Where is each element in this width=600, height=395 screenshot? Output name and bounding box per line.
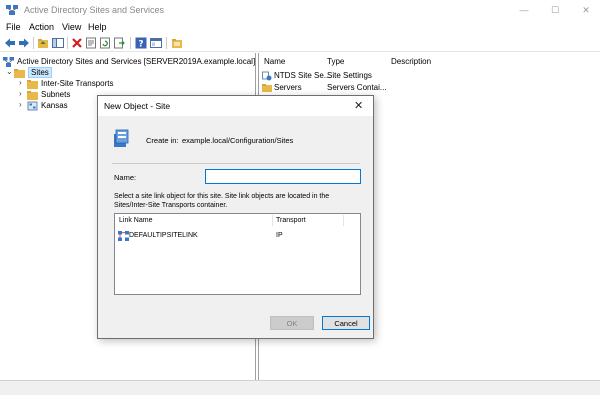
list-item[interactable]: NTDS Site Se... — [262, 70, 330, 81]
tree-item-sites[interactable]: Sites — [14, 67, 52, 78]
back-arrow-icon[interactable] — [4, 37, 16, 49]
column-header-type[interactable]: Type — [327, 57, 344, 66]
chevron-right-icon[interactable]: › — [19, 89, 22, 98]
close-icon: ✕ — [582, 4, 590, 15]
divider — [112, 163, 360, 164]
toolbar-separator — [166, 37, 167, 49]
show-tree-icon[interactable] — [52, 37, 64, 49]
folder-icon — [262, 83, 272, 92]
menu-help[interactable]: Help — [88, 22, 107, 32]
minimize-button[interactable]: — — [508, 0, 540, 20]
column-header-link-name[interactable]: Link Name — [119, 217, 152, 224]
column-divider — [343, 215, 344, 226]
link-transport-cell: IP — [276, 232, 283, 239]
cancel-button[interactable]: Cancel — [322, 316, 370, 330]
name-label: Name: — [114, 173, 137, 182]
window-title: Active Directory Sites and Services — [24, 5, 165, 15]
link-name-cell[interactable]: DEFAULTIPSITELINK — [129, 232, 198, 239]
site-object-icon — [114, 129, 129, 147]
create-in-value: example.local/Configuration/Sites — [182, 136, 294, 145]
ad-sites-icon — [3, 56, 14, 67]
close-button[interactable]: ✕ — [570, 0, 600, 20]
tree-item-label: Subnets — [41, 90, 71, 99]
site-link-list[interactable]: Link Name Transport DEFAULTIPSITELINK IP — [114, 213, 361, 295]
ok-button[interactable]: OK — [270, 316, 314, 330]
app-icon — [6, 5, 18, 15]
export-icon[interactable] — [113, 37, 125, 49]
dialog-close-icon[interactable]: ✕ — [354, 99, 363, 112]
folder-icon — [14, 68, 25, 78]
refresh-icon[interactable] — [99, 37, 111, 49]
menu-action[interactable]: Action — [29, 22, 54, 32]
tree-item-kansas[interactable]: Kansas — [27, 100, 68, 111]
dialog-title: New Object - Site — [104, 101, 171, 111]
properties-icon[interactable] — [85, 37, 97, 49]
create-in-label: Create in: — [146, 136, 179, 145]
maximize-button[interactable]: ☐ — [539, 0, 571, 20]
menu-view[interactable]: View — [62, 22, 81, 32]
column-header-name[interactable]: Name — [264, 57, 285, 66]
list-item-type: Site Settings — [327, 71, 372, 80]
folder-icon — [27, 90, 38, 100]
tree-item-inter-site-transports[interactable]: Inter-Site Transports — [27, 78, 113, 89]
name-input[interactable] — [205, 169, 361, 184]
tree-item-label: Kansas — [41, 101, 68, 110]
toolbar: ? — [0, 34, 600, 52]
tree-item-label: Sites — [28, 67, 52, 78]
column-header-transport[interactable]: Transport — [276, 217, 306, 224]
folder-icon — [27, 79, 38, 89]
delete-icon[interactable] — [71, 37, 83, 49]
tree-root[interactable]: Active Directory Sites and Services [SER… — [3, 56, 255, 67]
column-divider — [272, 215, 273, 226]
ntds-settings-icon — [262, 71, 272, 80]
dialog-title-bar: New Object - Site ✕ — [98, 96, 373, 116]
tree-root-label: Active Directory Sites and Services [SER… — [17, 57, 256, 66]
list-item-name: Servers — [274, 83, 302, 92]
column-header-description[interactable]: Description — [391, 57, 431, 66]
help-icon[interactable]: ? — [135, 37, 147, 49]
chevron-right-icon[interactable]: › — [19, 78, 22, 87]
new-site-icon[interactable] — [171, 37, 183, 49]
site-link-description: Select a site link object for this site.… — [114, 193, 330, 209]
site-link-icon[interactable] — [118, 231, 129, 241]
list-item-type: Servers Contai... — [327, 83, 387, 92]
toolbar-separator — [130, 37, 131, 49]
maximize-icon: ☐ — [550, 4, 560, 15]
site-icon — [27, 101, 38, 110]
list-item[interactable]: Servers — [262, 82, 302, 93]
menu-bar: File Action View Help — [0, 20, 600, 34]
minimize-icon: — — [519, 5, 529, 15]
menu-file[interactable]: File — [6, 22, 21, 32]
list-item-name: NTDS Site Se... — [274, 71, 331, 80]
mmc-icon[interactable] — [150, 37, 162, 49]
chevron-right-icon[interactable]: › — [19, 100, 22, 109]
title-bar: Active Directory Sites and Services — ☐ … — [0, 0, 600, 20]
toolbar-separator — [33, 37, 34, 49]
forward-arrow-icon[interactable] — [18, 37, 30, 49]
dialog-body: Create in: example.local/Configuration/S… — [98, 116, 373, 338]
status-bar — [0, 380, 600, 395]
chevron-down-icon[interactable]: ⌄ — [6, 67, 13, 76]
up-folder-icon[interactable] — [37, 37, 49, 49]
toolbar-separator — [67, 37, 68, 49]
tree-item-label: Inter-Site Transports — [41, 79, 114, 88]
tree-item-subnets[interactable]: Subnets — [27, 89, 70, 100]
new-object-site-dialog: New Object - Site ✕ Create in: example.l… — [97, 95, 374, 339]
svg-text:?: ? — [138, 40, 143, 50]
